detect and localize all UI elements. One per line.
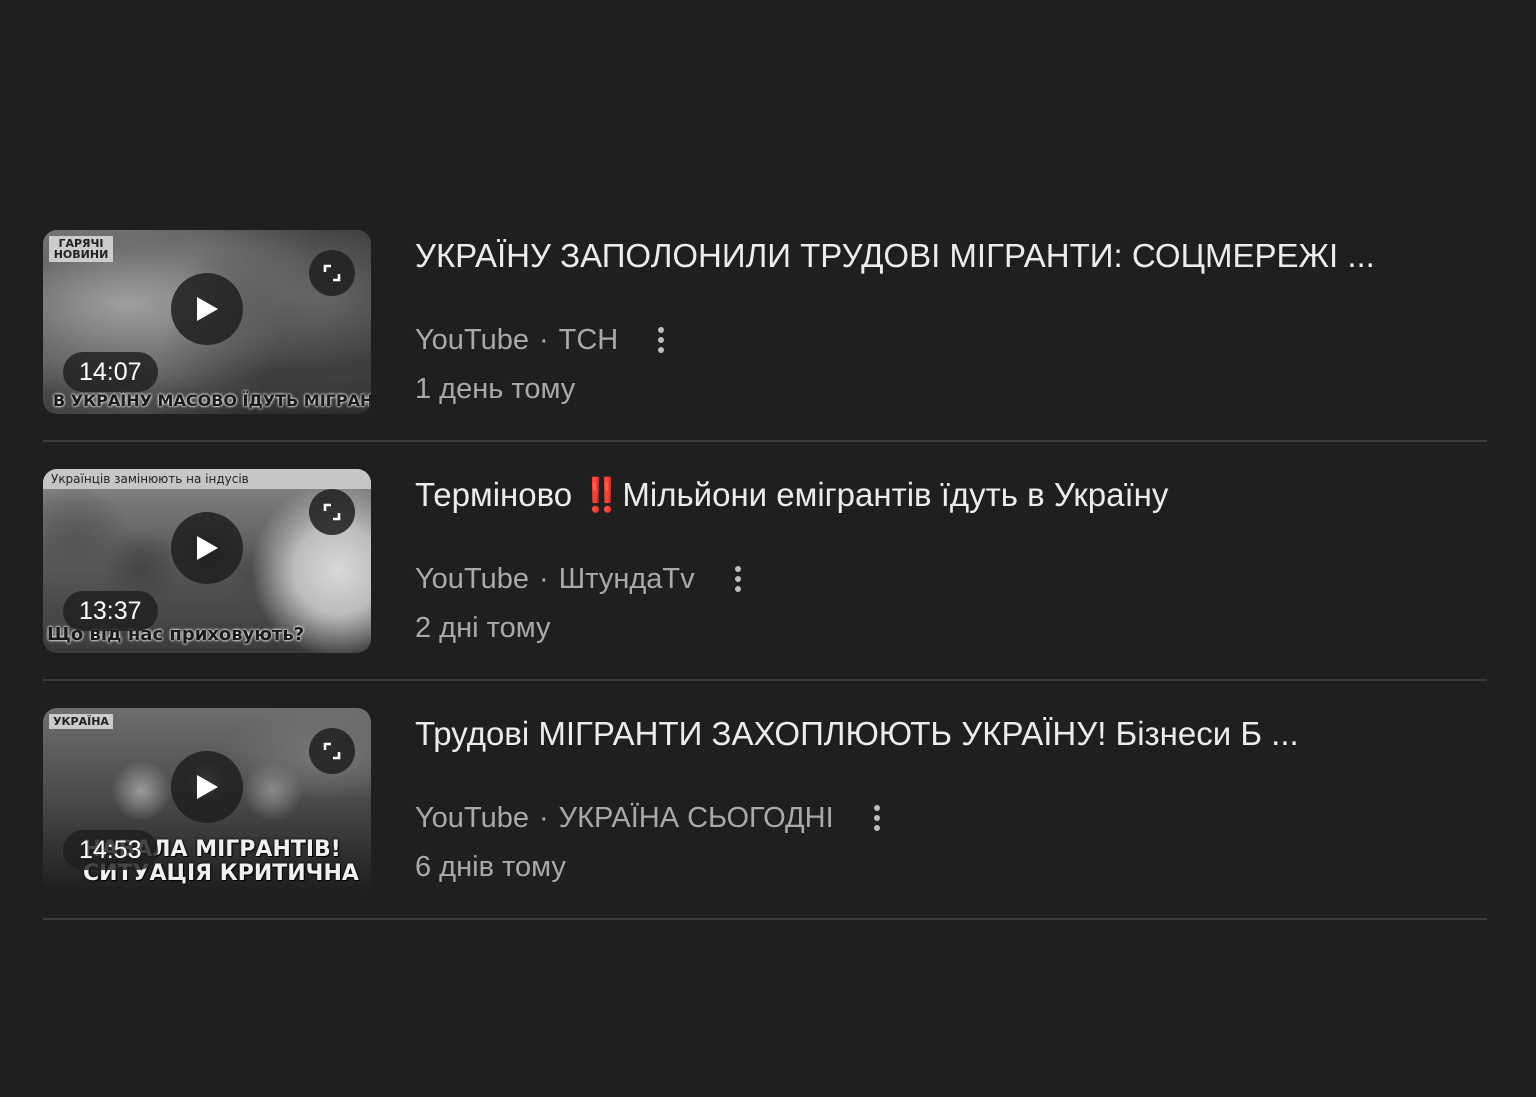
channel-name[interactable]: ТСН (559, 320, 619, 360)
expand-icon (323, 503, 341, 521)
play-icon (197, 297, 218, 321)
expand-icon (323, 264, 341, 282)
play-button[interactable] (171, 512, 243, 584)
play-button[interactable] (171, 751, 243, 823)
exclamation-emoji: ‼️ (581, 476, 623, 513)
thumbnail-badge: УКРАЇНА (49, 714, 113, 729)
expand-button[interactable] (309, 250, 355, 296)
video-results-list: ГАРЯЧІ НОВИНИ В УКРАЇНУ МАСОВО ЇДУТЬ МІГ… (43, 230, 1487, 920)
play-button[interactable] (171, 273, 243, 345)
video-title-text: Терміново (415, 476, 582, 513)
upload-age: 2 дні тому (415, 612, 551, 644)
duration-badge: 13:37 (63, 591, 158, 631)
more-vert-icon (873, 805, 880, 831)
video-title[interactable]: Трудові МІГРАНТИ ЗАХОПЛЮЮТЬ УКРАЇНУ! Біз… (415, 714, 1299, 754)
upload-age: 1 день тому (415, 373, 576, 405)
thumbnail-topline: Українців замінюють на індусів (43, 469, 371, 489)
play-icon (197, 775, 218, 799)
source-label: YouTube (415, 324, 529, 356)
duration-badge: 14:07 (63, 352, 158, 392)
upload-age: 6 днів тому (415, 851, 566, 883)
thumbnail-caption: В УКРАЇНУ МАСОВО ЇДУТЬ МІГРАНТИ! (53, 391, 371, 410)
expand-button[interactable] (309, 728, 355, 774)
source-label: YouTube (415, 563, 529, 595)
video-title-rest: Мільйони емігрантів їдуть в Україну (622, 476, 1169, 513)
more-options-button[interactable] (866, 798, 888, 838)
source-label: YouTube (415, 802, 529, 834)
video-title[interactable]: УКРАЇНУ ЗАПОЛОНИЛИ ТРУДОВІ МІГРАНТИ: СОЦ… (415, 236, 1375, 276)
video-thumbnail[interactable]: УКРАЇНА НАВАЛА МІГРАНТІВ! СИТУАЦІЯ КРИТИ… (43, 708, 371, 892)
channel-name[interactable]: ШтундаTv (559, 559, 695, 599)
play-icon (197, 536, 218, 560)
video-result[interactable]: Українців замінюють на індусів Що від на… (43, 469, 1487, 681)
more-vert-icon (734, 566, 741, 592)
video-thumbnail[interactable]: ГАРЯЧІ НОВИНИ В УКРАЇНУ МАСОВО ЇДУТЬ МІГ… (43, 230, 371, 414)
channel-name[interactable]: УКРАЇНА СЬОГОДНІ (559, 798, 834, 838)
meta-separator: · (538, 563, 549, 595)
thumbnail-badge: ГАРЯЧІ НОВИНИ (49, 236, 113, 262)
video-meta: YouTube · ШтундаTv (415, 559, 749, 599)
video-title[interactable]: Терміново ‼️Мільйони емігрантів їдуть в … (415, 475, 1168, 515)
expand-button[interactable] (309, 489, 355, 535)
video-title-text: УКРАЇНУ ЗАПОЛОНИЛИ ТРУДОВІ МІГРАНТИ: СОЦ… (415, 237, 1375, 274)
meta-separator: · (538, 324, 549, 356)
duration-badge: 14:53 (63, 830, 158, 870)
meta-separator: · (538, 802, 549, 834)
more-options-button[interactable] (727, 559, 749, 599)
video-result[interactable]: УКРАЇНА НАВАЛА МІГРАНТІВ! СИТУАЦІЯ КРИТИ… (43, 708, 1487, 920)
expand-icon (323, 742, 341, 760)
video-thumbnail[interactable]: Українців замінюють на індусів Що від на… (43, 469, 371, 653)
more-options-button[interactable] (650, 320, 672, 360)
more-vert-icon (658, 327, 665, 353)
video-meta: YouTube · УКРАЇНА СЬОГОДНІ (415, 798, 888, 838)
video-result[interactable]: ГАРЯЧІ НОВИНИ В УКРАЇНУ МАСОВО ЇДУТЬ МІГ… (43, 230, 1487, 442)
video-title-text: Трудові МІГРАНТИ ЗАХОПЛЮЮТЬ УКРАЇНУ! Біз… (415, 715, 1299, 752)
video-meta: YouTube · ТСН (415, 320, 672, 360)
